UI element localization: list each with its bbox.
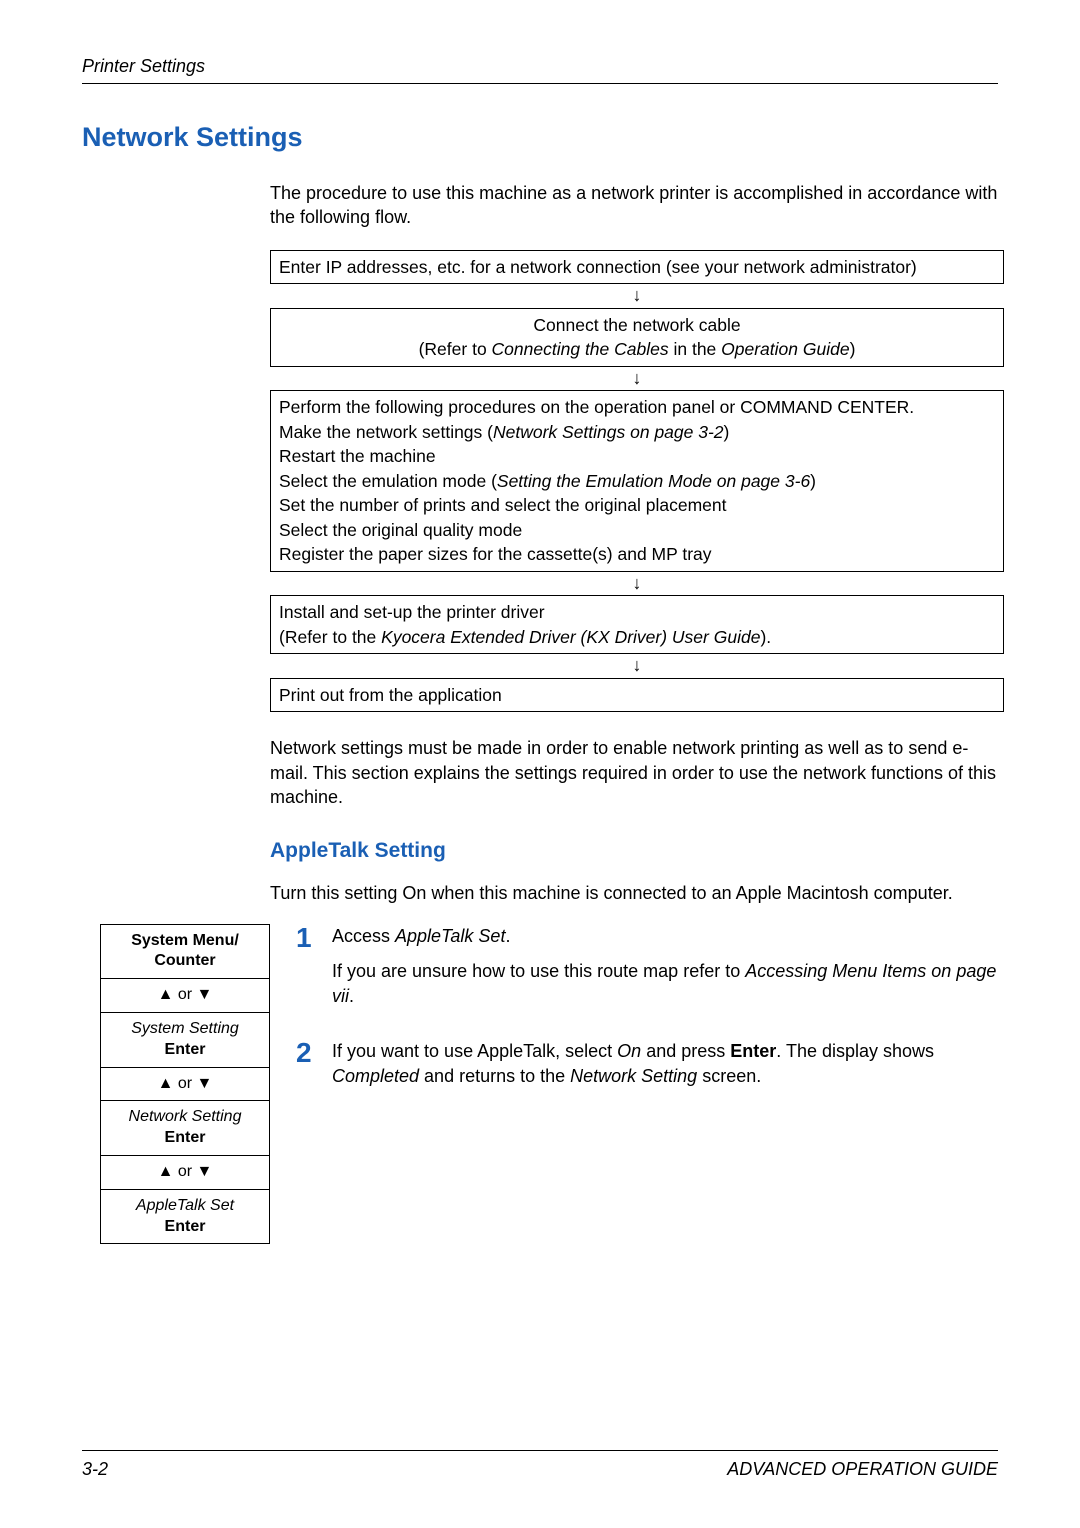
route-nav: ▲ or ▼ (101, 979, 269, 1013)
route-nav: ▲ or ▼ (101, 1068, 269, 1102)
heading-appletalk: AppleTalk Setting (270, 839, 998, 863)
step-1-body: Access AppleTalk Set. If you are unsure … (332, 924, 998, 1020)
flow-step-4: Install and set-up the printer driver (R… (270, 595, 1004, 654)
flow-step-2: Connect the network cable (Refer to Conn… (270, 308, 1004, 367)
text: . (505, 926, 510, 946)
text: screen. (697, 1066, 761, 1086)
flow-arrow-icon: ↓ (270, 654, 1004, 678)
flow-step-3-line2: Make the network settings (Network Setti… (279, 420, 995, 445)
ref-kx-driver-guide: Kyocera Extended Driver (KX Driver) User… (381, 627, 760, 647)
flow-arrow-icon: ↓ (270, 284, 1004, 308)
text: (Refer to (419, 339, 492, 359)
text: . (349, 986, 354, 1006)
route-map-table: System Menu/ Counter ▲ or ▼ System Setti… (100, 924, 270, 1245)
text: If you are unsure how to use this route … (332, 961, 745, 981)
text-network-setting: Network Setting (570, 1066, 697, 1086)
text: ) (850, 339, 856, 359)
step-number: 1 (296, 924, 316, 1020)
flow-step-3-line5: Set the number of prints and select the … (279, 493, 995, 518)
text: Network Setting (129, 1108, 242, 1125)
page-number: 3-2 (82, 1459, 108, 1480)
page-header: Printer Settings (82, 56, 998, 84)
step-1: 1 Access AppleTalk Set. If you are unsur… (296, 924, 998, 1020)
flow-step-3: Perform the following procedures on the … (270, 390, 1004, 572)
ref-appletalk-set: AppleTalk Set (395, 926, 505, 946)
text: Select the emulation mode ( (279, 471, 497, 491)
text: and press (641, 1041, 730, 1061)
text: Make the network settings ( (279, 422, 493, 442)
text: System Setting (131, 1020, 239, 1037)
route-system-menu: System Menu/ Counter (101, 925, 269, 980)
text: Enter (165, 1218, 206, 1235)
route-appletalk-set: AppleTalk Set Enter (101, 1190, 269, 1244)
text: If you want to use AppleTalk, select (332, 1041, 617, 1061)
text: Enter (165, 1041, 206, 1058)
step-2: 2 If you want to use AppleTalk, select O… (296, 1039, 998, 1099)
appletalk-intro: Turn this setting On when this machine i… (270, 881, 998, 905)
text: Counter (154, 952, 215, 969)
text: ) (810, 471, 816, 491)
flow-step-5: Print out from the application (270, 678, 1004, 713)
flow-step-3-line3: Restart the machine (279, 444, 995, 469)
text: ) (724, 422, 730, 442)
text: AppleTalk Set (136, 1197, 234, 1214)
text: Enter (165, 1129, 206, 1146)
intro-paragraph: The procedure to use this machine as a n… (270, 181, 998, 230)
heading-network-settings: Network Settings (82, 122, 998, 153)
ref-emulation-mode: Setting the Emulation Mode on page 3-6 (497, 471, 810, 491)
text: ). (760, 627, 771, 647)
text: . The display shows (776, 1041, 934, 1061)
text: Access (332, 926, 395, 946)
flow-step-3-line6: Select the original quality mode (279, 518, 995, 543)
ref-connecting-cables: Connecting the Cables (492, 339, 669, 359)
flow-step-4-line1: Install and set-up the printer driver (279, 600, 995, 625)
ref-operation-guide: Operation Guide (721, 339, 849, 359)
page-footer: 3-2 ADVANCED OPERATION GUIDE (82, 1450, 998, 1480)
route-network-setting: Network Setting Enter (101, 1101, 269, 1156)
text: in the (669, 339, 722, 359)
footer-guide-title: ADVANCED OPERATION GUIDE (727, 1459, 998, 1480)
text: (Refer to the (279, 627, 381, 647)
steps-list: 1 Access AppleTalk Set. If you are unsur… (296, 924, 998, 1120)
step-2-body: If you want to use AppleTalk, select On … (332, 1039, 998, 1099)
flow-step-3-line4: Select the emulation mode (Setting the E… (279, 469, 995, 494)
text-on: On (617, 1041, 641, 1061)
flow-step-4-line2: (Refer to the Kyocera Extended Driver (K… (279, 625, 995, 650)
flow-step-2-line1: Connect the network cable (279, 313, 995, 338)
text: and returns to the (419, 1066, 570, 1086)
ref-network-settings: Network Settings on page 3-2 (493, 422, 724, 442)
flow-step-1: Enter IP addresses, etc. for a network c… (270, 250, 1004, 285)
route-system-setting: System Setting Enter (101, 1013, 269, 1068)
flow-arrow-icon: ↓ (270, 572, 1004, 596)
text-enter: Enter (730, 1041, 776, 1061)
flow-arrow-icon: ↓ (270, 367, 1004, 391)
step-number: 2 (296, 1039, 316, 1099)
network-settings-note: Network settings must be made in order t… (270, 736, 998, 809)
route-nav: ▲ or ▼ (101, 1156, 269, 1190)
text: System Menu/ (131, 932, 239, 949)
text-completed: Completed (332, 1066, 419, 1086)
flow-step-2-line2: (Refer to Connecting the Cables in the O… (279, 337, 995, 362)
flow-step-3-line7: Register the paper sizes for the cassett… (279, 542, 995, 567)
flow-step-3-line1: Perform the following procedures on the … (279, 395, 995, 420)
